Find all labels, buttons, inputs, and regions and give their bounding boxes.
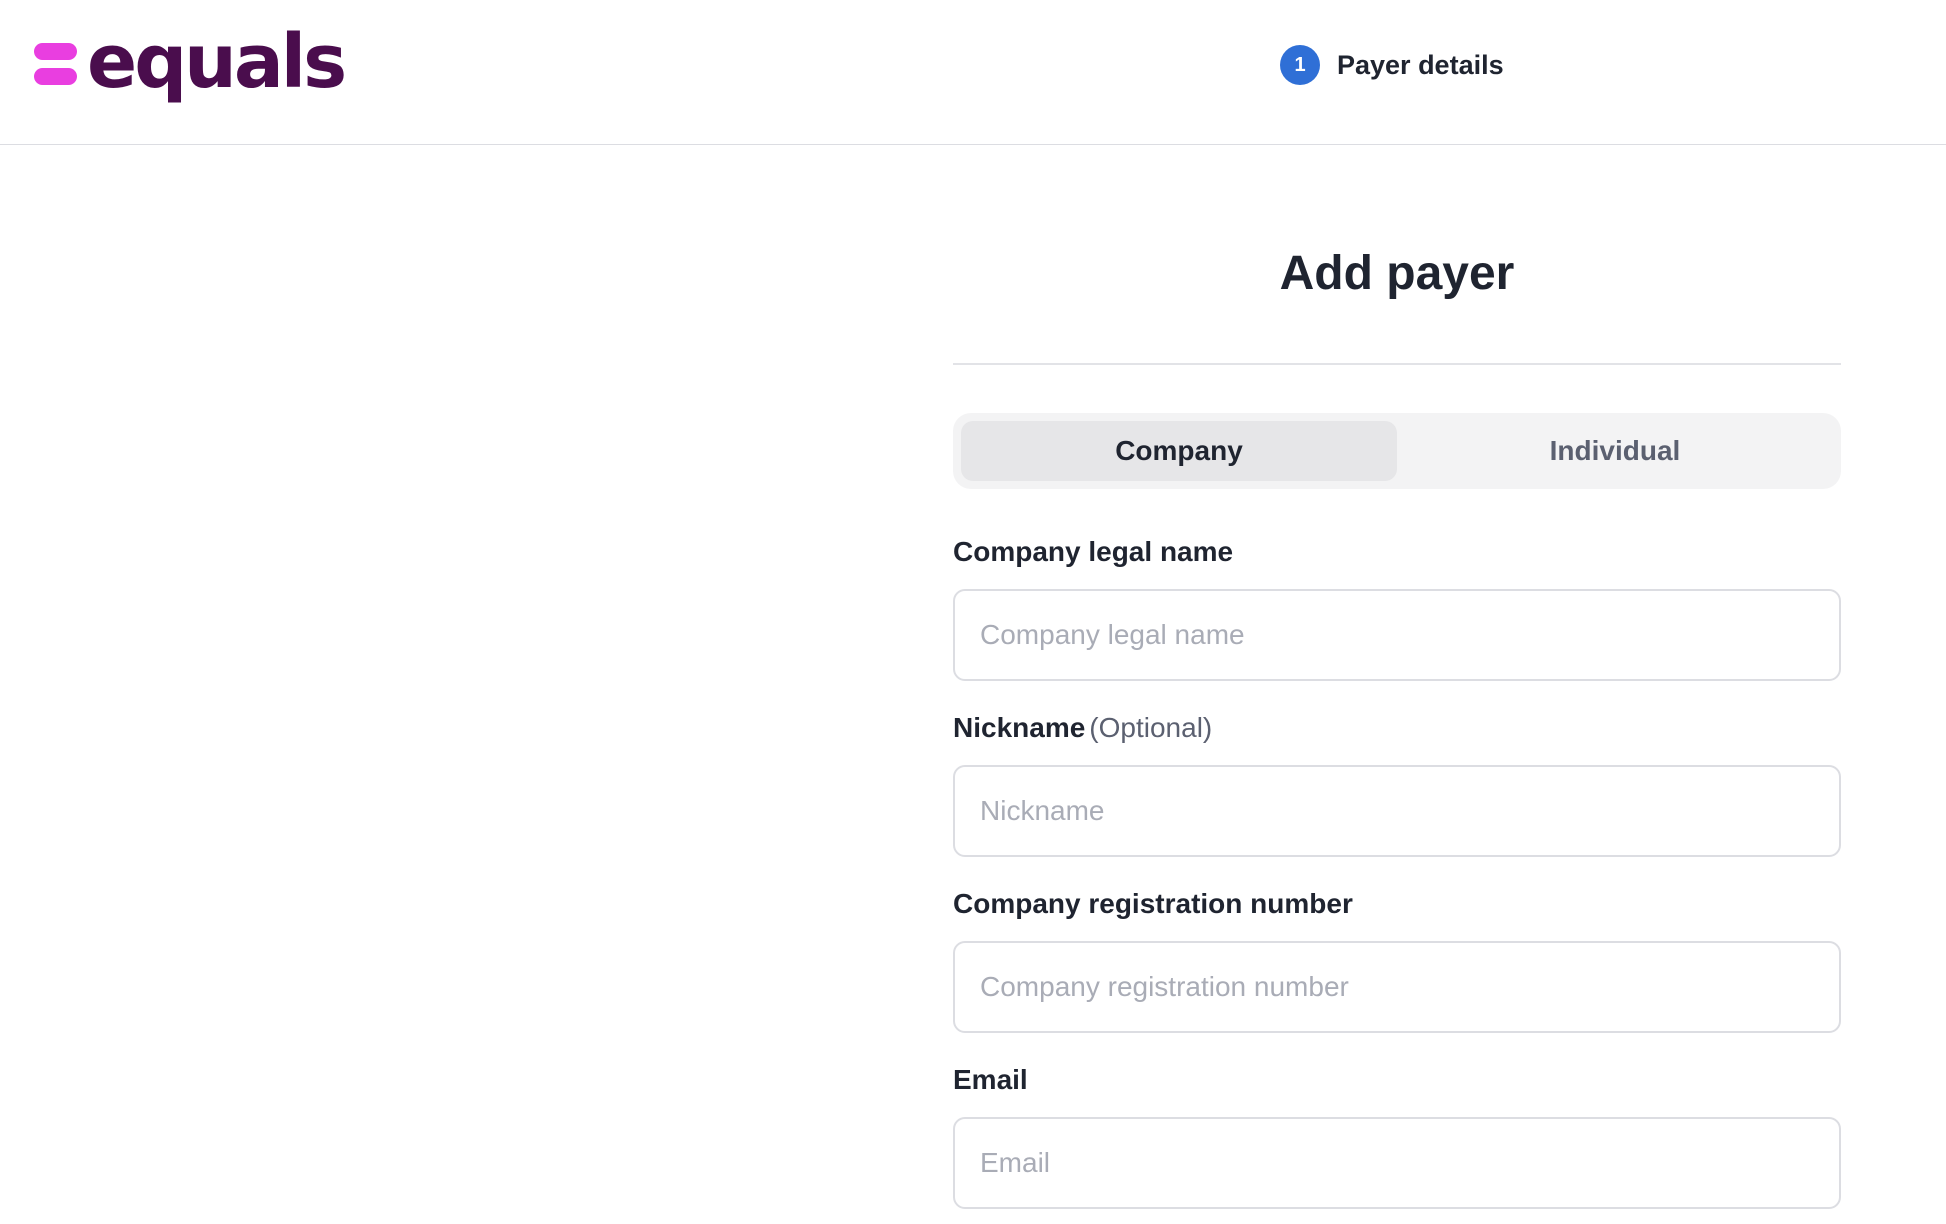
page-title: Add payer — [1279, 247, 1515, 300]
divider — [953, 363, 1841, 365]
email-label: Email — [953, 1064, 1028, 1095]
step-number-badge: 1 — [1280, 45, 1320, 85]
company-registration-number-label: Company registration number — [953, 888, 1353, 919]
progress-stepper: 1 Payer details — [1280, 45, 1504, 85]
tab-company[interactable]: Company — [961, 421, 1397, 481]
optional-hint: (Optional) — [1089, 712, 1213, 743]
step-label: Payer details — [1337, 49, 1504, 80]
payer-type-toggle: Company Individual — [953, 413, 1841, 489]
equals-logo[interactable]: equals — [34, 19, 347, 105]
company-legal-name-label: Company legal name — [953, 536, 1234, 567]
company-legal-name-input[interactable] — [953, 589, 1841, 681]
nickname-input[interactable] — [953, 765, 1841, 857]
nickname-label: Nickname (Optional) — [953, 712, 1212, 744]
top-header: equals 1 Payer details — [0, 0, 1946, 145]
nickname-label-text: Nickname — [953, 712, 1086, 743]
email-input[interactable] — [953, 1117, 1841, 1209]
tab-individual[interactable]: Individual — [1397, 421, 1833, 481]
logo-wordmark: equals — [87, 19, 347, 105]
company-registration-number-input[interactable] — [953, 941, 1841, 1033]
equals-logo-mark-icon — [34, 43, 77, 87]
